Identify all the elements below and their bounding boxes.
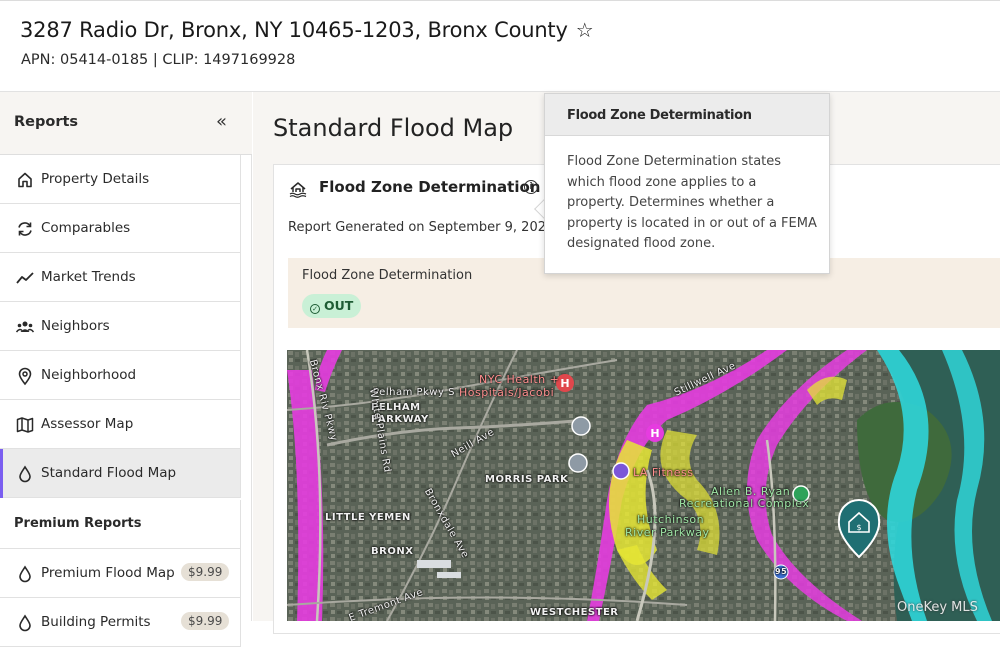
- sidebar-item-label: Market Trends: [41, 269, 136, 285]
- address-text: 3287 Radio Dr, Bronx, NY 10465-1203, Bro…: [20, 18, 568, 42]
- page-title: Standard Flood Map: [273, 114, 514, 142]
- sidebar-item-label: Premium Flood Map: [41, 565, 175, 581]
- tooltip-header: Flood Zone Determination: [545, 94, 829, 136]
- map-label: River Parkway: [625, 526, 710, 539]
- apn-clip-line: APN: 05414-0185 | CLIP: 1497169928: [21, 52, 296, 68]
- water-drop-icon: [19, 614, 31, 632]
- card-title: Flood Zone Determination: [319, 178, 541, 196]
- sidebar-item-label: Neighbors: [41, 318, 110, 334]
- sync-icon: [18, 222, 32, 236]
- premium-reports-title: Premium Reports: [14, 516, 142, 531]
- sidebar-item-premium-flood-map[interactable]: Premium Flood Map $9.99: [0, 549, 241, 598]
- map-label: LA Fitness: [633, 466, 694, 479]
- flood-zone-tooltip: Flood Zone Determination Flood Zone Dete…: [544, 93, 830, 274]
- sidebar-title: Reports: [14, 114, 79, 130]
- sidebar-item-label: Neighborhood: [41, 367, 137, 383]
- property-header: 3287 Radio Dr, Bronx, NY 10465-1203, Bro…: [0, 4, 1000, 92]
- people-icon: [15, 321, 35, 333]
- map-label: MORRIS PARK: [485, 474, 569, 485]
- sidebar-item-comparables[interactable]: Comparables: [0, 204, 241, 253]
- svg-text:H: H: [560, 377, 569, 390]
- trend-line-icon: [16, 272, 34, 284]
- sidebar-item-label: Standard Flood Map: [41, 465, 177, 481]
- flood-map[interactable]: H H $ NYC Health + Hospitals/Jacobi Pelh…: [287, 350, 1000, 621]
- map-label: LITTLE YEMEN: [325, 512, 411, 523]
- address-title: 3287 Radio Dr, Bronx, NY 10465-1203, Bro…: [20, 18, 594, 42]
- reports-sidebar: Reports « Property Details Comparables M…: [0, 92, 252, 647]
- map-label: WESTCHESTER: [530, 607, 619, 618]
- star-icon[interactable]: ☆: [576, 18, 594, 42]
- sidebar-item-label: Building Permits: [41, 614, 151, 630]
- map-label: Hospitals/Jacobi: [459, 386, 555, 399]
- sidebar-item-label: Comparables: [41, 220, 131, 236]
- map-label: Pelham Pkwy S: [373, 387, 455, 398]
- info-icon[interactable]: i: [524, 180, 538, 194]
- svg-text:$: $: [856, 523, 861, 532]
- sidebar-header: Reports «: [0, 92, 252, 155]
- tooltip-title: Flood Zone Determination: [567, 108, 752, 123]
- collapse-sidebar-icon[interactable]: «: [216, 111, 227, 132]
- map-label: NYC Health +: [479, 373, 560, 386]
- sidebar-item-standard-flood-map[interactable]: Standard Flood Map: [0, 449, 241, 498]
- sidebar-item-label: Assessor Map: [41, 416, 134, 432]
- sidebar-item-building-permits[interactable]: Building Permits $9.99: [0, 598, 241, 647]
- map-label: BRONX: [371, 546, 414, 557]
- water-drop-icon: [19, 465, 31, 483]
- map-label: Recreational Complex: [679, 497, 810, 510]
- map-label: Hutchinson: [637, 513, 705, 526]
- map-label: 95: [775, 567, 788, 576]
- flood-house-icon: [289, 182, 307, 198]
- sidebar-item-market-trends[interactable]: Market Trends: [0, 253, 241, 302]
- flood-zone-label: Flood Zone Determination: [302, 268, 473, 283]
- flood-status-text: OUT: [324, 298, 354, 313]
- sidebar-item-assessor-map[interactable]: Assessor Map: [0, 400, 241, 449]
- sidebar-item-property-details[interactable]: Property Details: [0, 155, 241, 204]
- flood-status-badge: ✓ OUT: [302, 294, 362, 318]
- home-icon: [18, 172, 32, 188]
- svg-text:H: H: [650, 427, 659, 440]
- check-circle-icon: ✓: [310, 304, 320, 314]
- price-badge: $9.99: [181, 563, 230, 581]
- price-badge: $9.99: [181, 612, 230, 630]
- water-drop-icon: [19, 565, 31, 583]
- report-generated-date: Report Generated on September 9, 2026: [288, 220, 555, 235]
- map-pin-icon: [18, 367, 32, 386]
- sidebar-item-neighbors[interactable]: Neighbors: [0, 302, 241, 351]
- sidebar-item-neighborhood[interactable]: Neighborhood: [0, 351, 241, 400]
- tooltip-body: Flood Zone Determination states which fl…: [567, 154, 817, 251]
- folded-map-icon: [16, 417, 34, 433]
- premium-reports-heading: Premium Reports: [0, 500, 241, 549]
- watermark: OneKey MLS: [897, 600, 978, 615]
- sidebar-item-label: Property Details: [41, 171, 150, 187]
